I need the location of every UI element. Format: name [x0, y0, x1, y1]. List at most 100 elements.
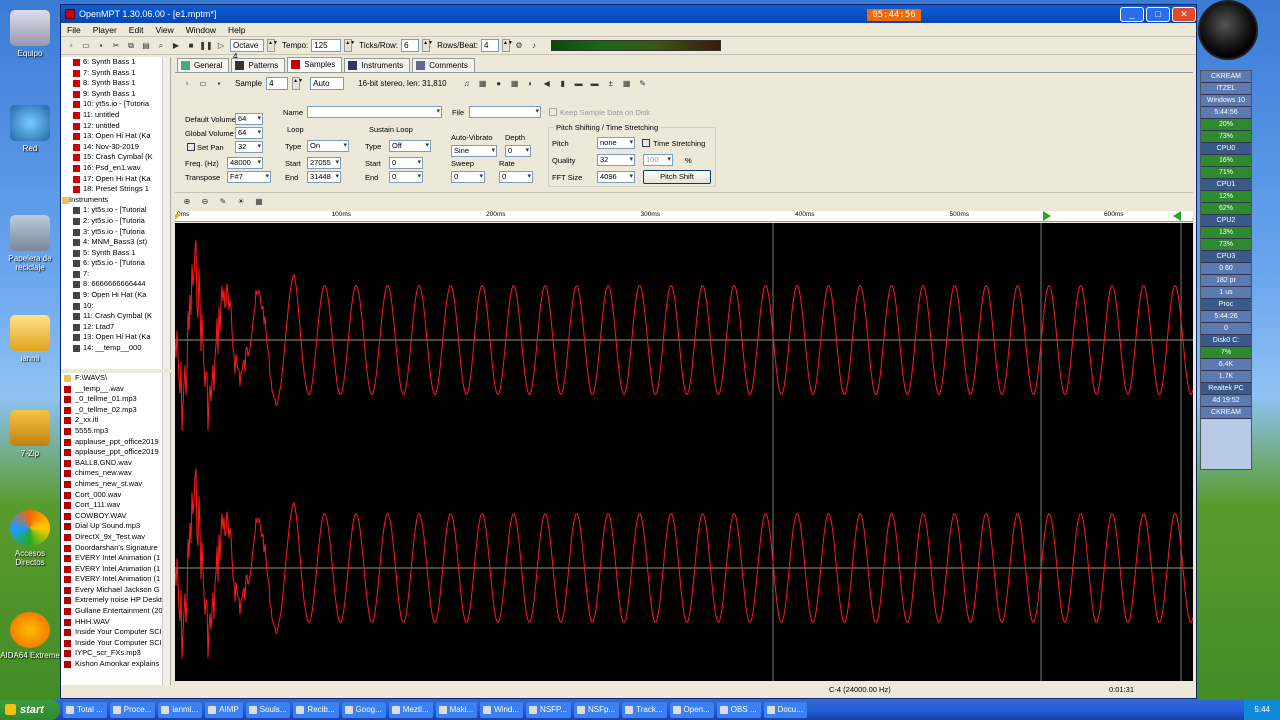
dc-offset-icon[interactable]: ▦ — [509, 77, 521, 89]
menu-player[interactable]: Player — [87, 25, 123, 35]
save-sample-icon[interactable]: ▪ — [213, 77, 225, 89]
tree-instrument-item[interactable]: 6: yt5s.io - [Tutoria — [61, 258, 170, 269]
play-pattern-icon[interactable]: ▷ — [215, 40, 227, 52]
sustain-type-select[interactable]: Off — [389, 140, 431, 152]
taskbar-item[interactable]: AIMP — [205, 702, 243, 718]
note-icon[interactable]: ♫ — [461, 77, 473, 89]
close-button[interactable]: ✕ — [1172, 6, 1196, 22]
find-icon[interactable]: ⌕ — [155, 40, 167, 52]
settings-icon[interactable]: ⚙ — [513, 40, 525, 52]
tree-sample-item[interactable]: 9: Synth Bass 1 — [61, 89, 170, 100]
default-volume-field[interactable]: 64 — [235, 113, 263, 125]
depth-field[interactable]: 0 — [505, 145, 531, 157]
open-file-icon[interactable]: ▭ — [80, 40, 92, 52]
tree-instrument-item[interactable]: 13: Open Hi Hat (Ka — [61, 332, 170, 343]
tree-sample-item[interactable]: 7: Synth Bass 1 — [61, 68, 170, 79]
taskbar-item[interactable]: Total ... — [63, 702, 107, 718]
files-scrollbar[interactable] — [162, 373, 170, 685]
new-file-icon[interactable]: ▫ — [65, 40, 77, 52]
taskbar-item[interactable]: Goog... — [341, 702, 386, 718]
tree-sample-item[interactable]: 6: Synth Bass 1 — [61, 57, 170, 68]
minimize-button[interactable]: _ — [1120, 6, 1144, 22]
menu-view[interactable]: View — [149, 25, 179, 35]
tree-sample-item[interactable]: 8: Synth Bass 1 — [61, 78, 170, 89]
tree-sample-item[interactable]: 17: Open Hi Hat (Ka — [61, 174, 170, 185]
cut-icon[interactable]: ✂ — [110, 40, 122, 52]
resample-icon[interactable]: ▦ — [621, 77, 633, 89]
desktop-icon-ianmi[interactable]: ianmi — [0, 315, 60, 363]
taskbar-item[interactable]: NSFp... — [574, 702, 620, 718]
tree-instrument-item[interactable]: 12: Ltad7 — [61, 322, 170, 333]
file-item[interactable]: EVERY Intel Animation (1 — [61, 574, 170, 585]
file-item[interactable]: chimes_new.wav — [61, 468, 170, 479]
file-item[interactable]: Inside Your Computer SCI — [61, 638, 170, 649]
taskbar-item[interactable]: Meztl... — [388, 702, 433, 718]
file-item[interactable]: _0_tellme_01.mp3 — [61, 394, 170, 405]
tree-sample-item[interactable]: 11: untitled — [61, 110, 170, 121]
tree-sample-item[interactable]: 18: Preset Strings 1 — [61, 184, 170, 195]
file-item[interactable]: BALL8.GND.wav — [61, 458, 170, 469]
taskbar-item[interactable]: OBS ... — [716, 702, 761, 718]
tab-instruments[interactable]: Instruments — [344, 58, 411, 72]
folder-path[interactable]: F:\WAVS\ — [61, 373, 170, 384]
octave-field[interactable]: Octave 4 — [230, 39, 264, 61]
taskbar-item[interactable]: NSFP... — [526, 702, 572, 718]
global-volume-field[interactable]: 64 — [235, 127, 263, 139]
sustain-end-field[interactable]: 0 — [389, 171, 423, 183]
tree-instruments-folder[interactable]: Instruments — [61, 195, 170, 206]
tree-sample-item[interactable]: 14: Nov-30-2019 — [61, 142, 170, 153]
file-item[interactable]: Inside Your Computer SCI — [61, 627, 170, 638]
ticks-spin[interactable]: ▲▼ — [422, 39, 433, 52]
sweep-field[interactable]: 0 — [451, 171, 485, 183]
file-item[interactable]: Cort_111.wav — [61, 500, 170, 511]
tree-instrument-item[interactable]: 5: Synth Bass 1 — [61, 248, 170, 259]
crossfade-icon[interactable]: ▬ — [589, 77, 601, 89]
file-item[interactable]: EVERY Intel Animation (1 — [61, 564, 170, 575]
file-item[interactable]: EVERY Intel Animation (1 — [61, 553, 170, 564]
file-item[interactable]: 2_xx.iti — [61, 415, 170, 426]
desktop-icon-aida64[interactable]: AIDA64 Extreme — [0, 612, 60, 660]
file-item[interactable]: chimes_new_st.wav — [61, 479, 170, 490]
file-item[interactable]: COWBOY.WAV — [61, 511, 170, 522]
module-tree[interactable]: 6: Synth Bass 1 7: Synth Bass 1 8: Synth B… — [61, 57, 171, 369]
rows-field[interactable]: 4 — [480, 39, 499, 52]
sustain-start-field[interactable]: 0 — [389, 157, 423, 169]
tree-sample-item[interactable]: 13: Open Hi Hat (Ka — [61, 131, 170, 142]
tree-scrollbar[interactable] — [162, 57, 170, 369]
menu-file[interactable]: File — [61, 25, 87, 35]
file-item[interactable]: Doordarshan's Signature — [61, 543, 170, 554]
freq-field[interactable]: 48000 — [227, 157, 263, 169]
start-marker[interactable] — [175, 214, 181, 220]
loop-type-select[interactable]: On — [307, 140, 349, 152]
taskbar-item[interactable]: Open... — [669, 702, 714, 718]
pitch-select[interactable]: none — [597, 137, 635, 149]
file-item[interactable]: _0_tellme_02.mp3 — [61, 405, 170, 416]
start-button[interactable]: start — [0, 700, 60, 720]
file-item[interactable]: DirectX_9x_Test.wav — [61, 532, 170, 543]
pitch-shift-button[interactable]: Pitch Shift — [643, 170, 711, 184]
transpose-select[interactable]: F#7 — [227, 171, 271, 183]
tree-instrument-item[interactable]: 1: yt5s.io - [Tutorial — [61, 205, 170, 216]
tree-sample-item[interactable]: 12: untitled — [61, 121, 170, 132]
percent-field[interactable]: 100 — [643, 154, 673, 166]
set-pan-checkbox[interactable] — [187, 143, 195, 151]
tree-sample-item[interactable]: 10: yt5s.io - [Tutoria — [61, 99, 170, 110]
tempo-field[interactable]: 125 — [311, 39, 342, 52]
file-item[interactable]: applause_ppt_office2019 — [61, 437, 170, 448]
loop-start-marker[interactable] — [1043, 211, 1051, 221]
menu-help[interactable]: Help — [222, 25, 251, 35]
taskbar-item[interactable]: Maki... — [435, 702, 478, 718]
vibrato-type-select[interactable]: Sine — [451, 145, 497, 157]
file-item[interactable]: Cort_000.wav — [61, 490, 170, 501]
fft-select[interactable]: 4096 — [597, 171, 635, 183]
file-browser[interactable]: F:\WAVS\ __temp__.wav _0_tellme_01.mp3 _0_t… — [61, 373, 171, 685]
taskbar-item[interactable]: Docu... — [763, 702, 807, 718]
open-sample-icon[interactable]: ▭ — [197, 77, 209, 89]
tab-patterns[interactable]: Patterns — [231, 58, 286, 72]
loop-start-field[interactable]: 27055 — [307, 157, 341, 169]
set-pan-field[interactable]: 32 — [235, 141, 263, 153]
taskbar-item[interactable]: Track... — [622, 702, 667, 718]
amplify-icon[interactable]: ▦ — [477, 77, 489, 89]
file-item[interactable]: applause_ppt_office2019 — [61, 447, 170, 458]
sun-icon[interactable]: ☀ — [235, 196, 247, 208]
